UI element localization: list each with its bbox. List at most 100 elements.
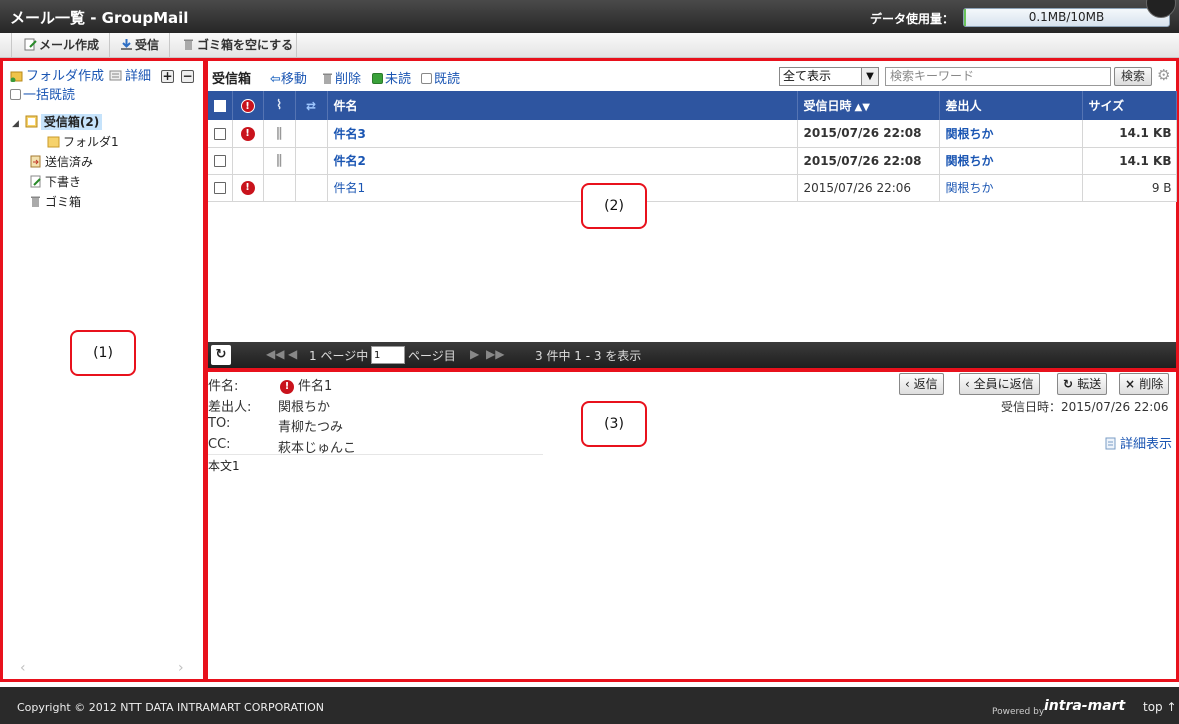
attachment-header[interactable]: ⌇ xyxy=(263,91,296,120)
received-header[interactable]: 受信日時 ▲▼ xyxy=(797,91,940,120)
tree-item-sent[interactable]: 送信済み xyxy=(29,153,93,171)
row-checkbox[interactable] xyxy=(213,127,226,140)
create-folder-link[interactable]: フォルダ作成 xyxy=(10,67,104,86)
subject-header[interactable]: 件名 xyxy=(327,91,798,120)
inbox-icon xyxy=(25,115,38,128)
compose-button[interactable]: メール作成 xyxy=(12,33,110,58)
sender-cell[interactable]: 関根ちか xyxy=(939,174,1083,202)
detail-received: 受信日時：2015/07/26 22:06 xyxy=(1001,400,1169,414)
sender-cell[interactable]: 関根ちか xyxy=(939,147,1083,175)
details-icon xyxy=(1105,437,1116,450)
mark-unread-button[interactable]: 未読 xyxy=(372,68,411,87)
footer: Copyright © 2012 NTT DATA INTRAMART CORP… xyxy=(0,687,1179,724)
reply-status-cell xyxy=(295,120,328,148)
compose-icon xyxy=(24,38,37,51)
select-all-header[interactable] xyxy=(208,91,233,120)
trash-icon xyxy=(323,73,332,84)
table-row[interactable]: ! ∥ 件名3 2015/07/26 22:08 関根ちか 14.1 KB xyxy=(208,120,1177,148)
sender-header[interactable]: 差出人 xyxy=(939,91,1083,120)
paperclip-icon: ⌇ xyxy=(275,98,283,113)
row-checkbox[interactable] xyxy=(213,155,226,167)
priority-cell xyxy=(232,147,264,175)
tree-item-trash[interactable]: ゴミ箱 xyxy=(29,193,81,211)
detail-subject-text: 件名1 xyxy=(298,379,333,394)
back-to-top-link[interactable]: top ↑ xyxy=(1143,700,1177,714)
reply-button[interactable]: ‹ 返信 xyxy=(899,373,944,395)
scroll-left-icon[interactable]: ‹ xyxy=(20,660,26,676)
tree-item-inbox[interactable]: ◢ 受信箱(2) xyxy=(12,113,103,131)
reply-all-button[interactable]: ‹ 全員に返信 xyxy=(959,373,1040,395)
page-number-input[interactable]: 1 xyxy=(371,346,405,364)
select-all-checkbox[interactable] xyxy=(213,100,226,112)
gear-icon[interactable]: ⚙ xyxy=(1157,68,1172,83)
attachment-cell xyxy=(263,174,296,202)
subject-cell[interactable]: 件名3 xyxy=(327,120,798,148)
empty-trash-button[interactable]: ゴミ箱を空にする xyxy=(170,33,297,58)
table-row[interactable]: ! 件名1 2015/07/26 22:06 関根ちか 9 B xyxy=(208,174,1177,202)
expand-all-button[interactable]: + xyxy=(161,70,174,83)
size-header[interactable]: サイズ xyxy=(1082,91,1177,120)
search-button[interactable]: 検索 xyxy=(1114,67,1152,86)
priority-header[interactable]: ! xyxy=(232,91,264,120)
forward-button[interactable]: ↻ 転送 xyxy=(1057,373,1108,395)
priority-icon: ! xyxy=(280,379,294,394)
receive-label: 受信 xyxy=(135,38,160,52)
details-link[interactable]: 詳細 xyxy=(109,67,151,86)
size-cell: 14.1 KB xyxy=(1082,120,1177,148)
row-checkbox-cell[interactable] xyxy=(208,147,233,175)
show-details-link[interactable]: 詳細表示 xyxy=(1104,433,1172,452)
priority-icon: ! xyxy=(240,126,255,141)
delete-button[interactable]: 削除 xyxy=(321,68,361,87)
subject-link[interactable]: 件名1 xyxy=(334,181,366,195)
filter-value: 全て表示 xyxy=(783,69,832,83)
move-arrow-icon: ⇦ xyxy=(270,72,281,87)
collapse-all-button[interactable]: − xyxy=(181,70,194,83)
row-checkbox[interactable] xyxy=(213,182,226,194)
row-checkbox-cell[interactable] xyxy=(208,120,233,148)
subject-link[interactable]: 件名3 xyxy=(334,127,366,141)
row-checkbox-cell[interactable] xyxy=(208,174,233,202)
subject-cell[interactable]: 件名2 xyxy=(327,147,798,175)
reply-all-label: 全員に返信 xyxy=(973,377,1034,391)
tree-item-drafts[interactable]: 下書き xyxy=(29,173,81,191)
table-row[interactable]: ∥ 件名2 2015/07/26 22:08 関根ちか 14.1 KB xyxy=(208,147,1177,175)
last-page-icon[interactable]: ▶▶ xyxy=(486,347,504,361)
detail-subject: ! 件名1 xyxy=(280,375,332,394)
bulk-read-link[interactable]: 一括既読 xyxy=(10,88,75,103)
sender-link[interactable]: 関根ちか xyxy=(946,154,994,168)
move-button[interactable]: ⇦移動 xyxy=(270,68,307,87)
prev-page-icon[interactable]: ◀ xyxy=(288,347,297,361)
sender-link[interactable]: 関根ちか xyxy=(946,127,994,141)
search-input[interactable]: 検索キーワード xyxy=(885,67,1111,86)
folder-pane-scrollbar[interactable]: ‹ › xyxy=(6,660,200,676)
tree-item-folder1[interactable]: フォルダ1 xyxy=(47,133,119,151)
callout-folder-pane: (1) xyxy=(70,330,136,376)
subject-cell[interactable]: 件名1 xyxy=(327,174,798,202)
sender-link[interactable]: 関根ちか xyxy=(946,181,994,195)
next-page-icon[interactable]: ▶ xyxy=(470,347,479,361)
detail-delete-button[interactable]: × 削除 xyxy=(1119,373,1170,395)
list-toolbar: 受信箱 ⇦移動 削除 未読 既読 全て表示 ▼ 検索キーワード 検索 ⚙ xyxy=(208,65,1176,91)
bulk-read-checkbox-icon xyxy=(10,89,21,100)
received-cell: 2015/07/26 22:06 xyxy=(797,174,940,202)
refresh-button[interactable]: ↻ xyxy=(211,345,231,365)
attachment-cell: ∥ xyxy=(263,147,296,175)
empty-trash-label: ゴミ箱を空にする xyxy=(197,38,294,52)
filter-select[interactable]: 全て表示 ▼ xyxy=(779,67,879,86)
receive-button[interactable]: 受信 xyxy=(110,33,170,58)
usage-value: 0.1MB/10MB xyxy=(1028,10,1105,24)
pager: ↻ ◀◀ ◀ 1 ページ中 1 ページ目 ▶ ▶▶ 3 件中 1 - 3 を表示 xyxy=(208,342,1176,368)
priority-cell: ! xyxy=(232,174,264,202)
scroll-right-icon[interactable]: › xyxy=(178,660,184,676)
first-page-icon[interactable]: ◀◀ xyxy=(266,347,284,361)
received-cell: 2015/07/26 22:08 xyxy=(797,120,940,148)
detail-divider xyxy=(208,454,543,455)
details-label: 詳細 xyxy=(125,69,152,84)
mail-body: 本文1 xyxy=(208,459,240,473)
detail-delete-label: 削除 xyxy=(1139,377,1164,391)
brand-logo: intra-mart xyxy=(1044,698,1126,714)
sender-cell[interactable]: 関根ちか xyxy=(939,120,1083,148)
reply-status-header[interactable]: ⇄ xyxy=(295,91,328,120)
mark-read-button[interactable]: 既読 xyxy=(421,68,460,87)
subject-link[interactable]: 件名2 xyxy=(334,154,366,168)
